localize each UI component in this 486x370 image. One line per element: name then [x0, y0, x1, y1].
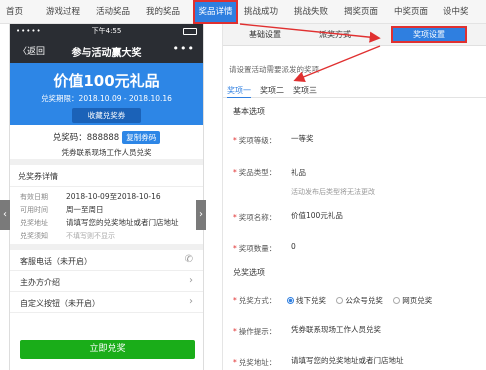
copy-code-button[interactable]: 复制券码	[122, 131, 161, 144]
radio-web[interactable]: 网页兑奖	[393, 296, 432, 305]
redeem-section-title: 兑奖选项	[233, 268, 265, 277]
detail-value: 周一至周日	[66, 205, 104, 214]
code-area: 兑奖码：888888 复制券码 凭券联系现场工作人员兑奖	[10, 125, 203, 165]
chevron-right-icon[interactable]: ›	[196, 200, 206, 230]
phone-icon: ✆	[184, 254, 193, 265]
list-item-custom-button[interactable]: 自定义按钮（未开启） ›	[10, 292, 203, 313]
tab-home[interactable]: 首页	[6, 0, 23, 24]
list-item-customer-phone[interactable]: 客服电话（未开启） ✆	[10, 250, 203, 271]
detail-row: 兑奖须知 不填写则不显示	[10, 229, 203, 242]
chevron-right-icon: ›	[189, 296, 193, 307]
redeem-period: 兑奖期限：2018.10.09 - 2018.10.16	[41, 94, 172, 103]
detail-value: 不填写则不显示	[66, 232, 115, 240]
tab-my-prizes[interactable]: 我的奖品	[146, 0, 180, 24]
tab-challenge-success[interactable]: 挑战成功	[244, 0, 278, 24]
radio-offline[interactable]: 线下兑奖	[287, 296, 326, 305]
basic-section-title: 基本选项	[233, 107, 265, 116]
radio-icon	[393, 297, 401, 304]
redeem-now-button[interactable]: 立即兑奖	[20, 340, 195, 359]
chevron-right-icon: ›	[189, 275, 193, 286]
detail-value: 请填写您的兑奖地址或者门店地址	[66, 218, 179, 227]
field-label: * 操作提示：	[233, 327, 277, 336]
tab-dispatch-method[interactable]: 派奖方式	[319, 29, 351, 40]
code-tip: 凭券联系现场工作人员兑奖	[61, 148, 152, 157]
operation-tip-input[interactable]: 凭券联系现场工作人员兑奖	[287, 322, 477, 339]
tab-prize-settings[interactable]: 奖项设置	[391, 26, 467, 43]
list-item-label: 客服电话（未开启）	[20, 257, 92, 266]
detail-row: 有效日期 2018-10-09至2018-10-16	[10, 190, 203, 203]
detail-row: 兑奖地址 请填写您的兑奖地址或者门店地址	[10, 216, 203, 229]
radio-official-account[interactable]: 公众号兑奖	[336, 296, 383, 305]
chevron-left-icon[interactable]: ‹	[0, 200, 10, 230]
tab-prize-2[interactable]: 奖项二	[260, 85, 284, 96]
detail-value: 2018-10-09至2018-10-16	[66, 192, 161, 201]
radio-icon	[336, 297, 344, 304]
prize-quantity-input[interactable]: 0	[287, 239, 477, 256]
tab-reveal-page[interactable]: 揭奖页面	[344, 0, 378, 24]
collect-coupon-button[interactable]: 收藏兑奖券	[71, 108, 142, 123]
prize-type-note: 活动发布后类型将无法更改	[291, 188, 375, 196]
detail-row: 可用时间 周一至周日	[10, 203, 203, 216]
phone-status-bar: ••••• 下午4:55	[10, 24, 203, 38]
sub-tabs: 基础设置 派奖方式 奖项设置	[223, 24, 486, 46]
phone-menu-list: 客服电话（未开启） ✆ 主办方介绍 › 自定义按钮（未开启） ›	[10, 250, 203, 313]
list-item-label: 自定义按钮（未开启）	[20, 299, 100, 308]
prize-tabs: 奖项一 奖项二 奖项三	[223, 80, 486, 98]
settings-panel: 基础设置 派奖方式 奖项设置 请设置活动需要派发的奖项 奖项一 奖项二 奖项三 …	[222, 24, 486, 370]
battery-icon	[183, 28, 197, 35]
phone-header: 〈返回 参与活动赢大奖 •••	[10, 38, 203, 63]
field-label: * 奖项名称：	[233, 213, 277, 222]
phone-preview: ••••• 下午4:55 〈返回 参与活动赢大奖 ••• 价值100元礼品 兑奖…	[9, 24, 204, 370]
field-label: * 兑奖地址：	[233, 358, 277, 367]
tab-winning-page[interactable]: 中奖页面	[394, 0, 428, 24]
radio-selected-icon	[287, 297, 294, 304]
tab-prize-details[interactable]: 奖品详情	[193, 0, 238, 24]
prize-banner: 价值100元礼品 兑奖期限：2018.10.09 - 2018.10.16 收藏…	[10, 63, 203, 125]
tab-set-winning[interactable]: 设中奖	[443, 0, 469, 24]
field-label: * 兑奖方式：	[233, 296, 277, 305]
detail-key: 可用时间	[20, 206, 48, 214]
tab-prize-1[interactable]: 奖项一	[227, 85, 251, 98]
list-item-organizer[interactable]: 主办方介绍 ›	[10, 271, 203, 292]
tab-prize-3[interactable]: 奖项三	[293, 85, 317, 96]
redeem-code: 兑奖码：888888	[52, 133, 120, 143]
redeem-address-input[interactable]: 请填写您的兑奖地址或者门店地址	[287, 353, 477, 370]
field-label: * 奖项等级：	[233, 136, 277, 145]
detail-key: 兑奖须知	[20, 232, 48, 240]
tab-challenge-fail[interactable]: 挑战失败	[294, 0, 328, 24]
tab-activity-prizes[interactable]: 活动奖品	[96, 0, 130, 24]
more-icon[interactable]: •••	[173, 42, 195, 55]
redeem-method-group: 线下兑奖 公众号兑奖 网页兑奖	[287, 295, 440, 306]
details-list: 有效日期 2018-10-09至2018-10-16 可用时间 周一至周日 兑奖…	[10, 187, 203, 250]
list-item-label: 主办方介绍	[20, 278, 60, 287]
prize-title: 价值100元礼品	[53, 72, 160, 90]
prize-level-select[interactable]: 一等奖	[287, 131, 477, 148]
prize-type-value: 礼品	[291, 168, 306, 177]
status-time: 下午4:55	[91, 27, 122, 35]
field-label: * 奖品类型：	[233, 168, 277, 177]
detail-key: 有效日期	[20, 193, 48, 201]
tab-game-process[interactable]: 游戏过程	[46, 0, 80, 24]
details-title: 兑奖券详情	[10, 165, 203, 187]
tab-basic-settings[interactable]: 基础设置	[249, 29, 281, 40]
prize-name-input[interactable]: 价值100元礼品	[287, 208, 477, 225]
top-nav: 首页 游戏过程 活动奖品 我的奖品 奖品详情 挑战成功 挑战失败 揭奖页面 中奖…	[0, 0, 486, 24]
field-label: * 奖项数量：	[233, 244, 277, 253]
detail-key: 兑奖地址	[20, 219, 48, 227]
prize-hint: 请设置活动需要派发的奖项	[229, 65, 319, 74]
